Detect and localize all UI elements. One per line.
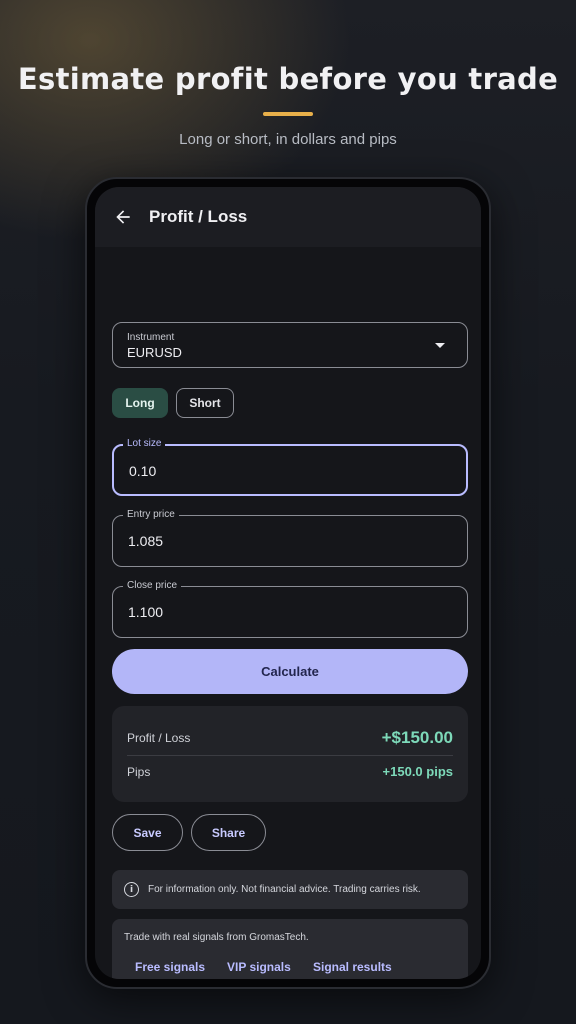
app-screen: Profit / Loss Instrument EURUSD Long Sho… [95, 187, 481, 979]
instrument-value: EURUSD [127, 345, 182, 360]
vip-signals-link[interactable]: VIP signals [227, 960, 291, 974]
close-price-label: Close price [123, 580, 182, 591]
promo-subheadline: Long or short, in dollars and pips [179, 131, 397, 148]
pips-row: Pips +150.0 pips [127, 764, 453, 779]
long-toggle-button[interactable]: Long [112, 388, 168, 418]
profit-loss-row: Profit / Loss +$150.00 [127, 728, 453, 748]
screen-title: Profit / Loss [149, 207, 248, 226]
close-price-value: 1.100 [128, 604, 164, 620]
profit-loss-value: +$150.00 [381, 728, 453, 747]
calculate-button[interactable]: Calculate [112, 649, 468, 694]
profit-loss-label: Profit / Loss [127, 731, 191, 745]
instrument-select[interactable]: Instrument EURUSD [112, 322, 468, 368]
signal-results-link[interactable]: Signal results [313, 960, 392, 974]
disclaimer-banner: i For information only. Not financial ad… [112, 870, 468, 909]
lot-size-field[interactable]: Lot size 0.10 [112, 438, 468, 496]
info-icon: i [124, 882, 139, 897]
entry-price-field[interactable]: Entry price 1.085 [112, 509, 468, 567]
save-button[interactable]: Save [112, 814, 183, 851]
promo-headline: Estimate profit before you trade [17, 62, 559, 96]
entry-price-value: 1.085 [128, 533, 164, 549]
promo-text: Trade with real signals from GromasTech. [124, 932, 309, 943]
phone-frame: Profit / Loss Instrument EURUSD Long Sho… [85, 177, 491, 989]
short-toggle-button[interactable]: Short [176, 388, 234, 418]
pips-label: Pips [127, 764, 151, 779]
lot-size-value: 0.10 [129, 463, 157, 479]
share-button[interactable]: Share [191, 814, 266, 851]
instrument-label: Instrument [127, 332, 175, 343]
close-price-field[interactable]: Close price 1.100 [112, 580, 468, 638]
arrow-left-icon[interactable] [113, 207, 133, 227]
entry-price-label: Entry price [123, 509, 179, 520]
signals-promo-card: Trade with real signals from GromasTech.… [112, 919, 468, 979]
dropdown-caret-icon [435, 343, 445, 348]
result-divider [127, 755, 453, 756]
app-bar: Profit / Loss [95, 187, 481, 247]
free-signals-link[interactable]: Free signals [135, 960, 205, 974]
pips-value: +150.0 pips [382, 764, 453, 779]
lot-size-label: Lot size [123, 438, 166, 449]
result-card: Profit / Loss +$150.00 Pips +150.0 pips [112, 706, 468, 802]
headline-accent-bar [263, 112, 313, 116]
disclaimer-text: For information only. Not financial advi… [148, 884, 421, 895]
